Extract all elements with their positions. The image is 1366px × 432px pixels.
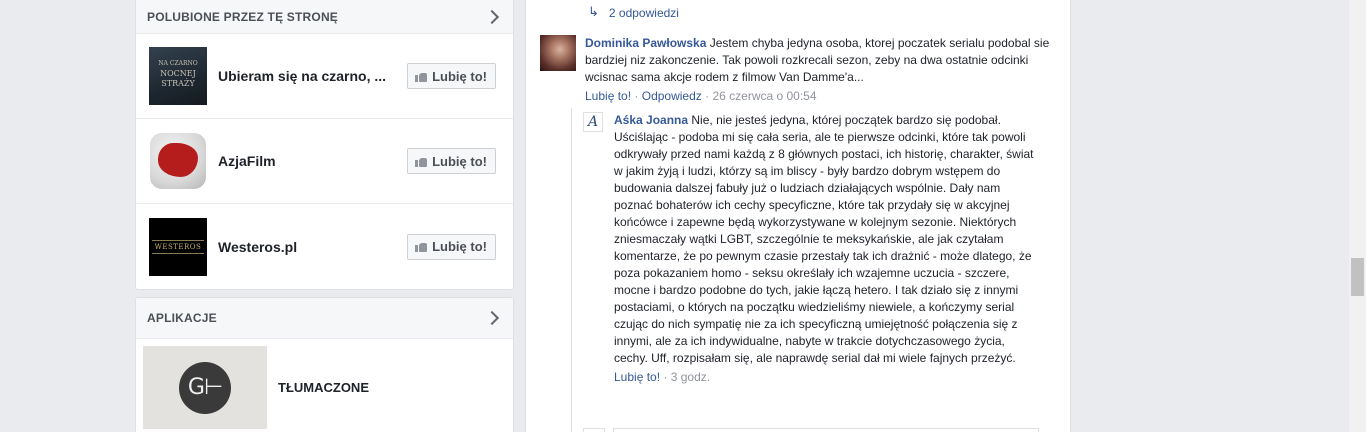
page-thumbnail[interactable]: WESTEROS — [149, 217, 207, 276]
app-name-link[interactable]: TŁUMACZONE — [278, 380, 369, 395]
thumbs-up-icon — [415, 71, 428, 82]
apps-title: APLIKACJE — [147, 311, 217, 325]
reply-arrow-icon: ↳ — [588, 5, 599, 20]
page-name-link[interactable]: AzjaFilm — [218, 153, 407, 169]
comment-body: Aśka Joanna Nie, nie jesteś jedyna, któr… — [614, 112, 1034, 385]
like-button-label: Lubię to! — [432, 239, 487, 254]
apps-card: APLIKACJE G⊢ TŁUMACZONE — [135, 297, 514, 432]
comment-reply-link[interactable]: Odpowiedz — [642, 89, 702, 103]
comment-actions: Lubię to! · 3 godz. — [614, 369, 1034, 385]
page-name-link[interactable]: Westeros.pl — [218, 239, 407, 255]
scrollbar-thumb[interactable] — [1351, 258, 1364, 296]
comment-timestamp[interactable]: 3 godz. — [671, 370, 710, 384]
avatar[interactable] — [540, 35, 576, 71]
scrollbar-track[interactable] — [1349, 0, 1366, 432]
comment-actions: Lubię to! · Odpowiedz · 26 czerwca o 00:… — [585, 88, 1055, 104]
comment-author-link[interactable]: Aśka Joanna — [614, 113, 688, 127]
comment-timestamp[interactable]: 26 czerwca o 00:54 — [712, 89, 816, 103]
thumbs-up-icon — [415, 156, 428, 167]
comment-author-link[interactable]: Dominika Pawłowska — [585, 36, 706, 50]
page-name-link[interactable]: Ubieram się na czarno, ... — [218, 68, 407, 84]
liked-pages-card: POLUBIONE PRZEZ TĘ STRONĘ NA CZARNO NOCN… — [135, 0, 514, 290]
chevron-right-icon[interactable] — [484, 310, 500, 326]
comment-like-link[interactable]: Lubię to! — [614, 370, 660, 384]
thumbnail-text: WESTEROS — [151, 239, 205, 254]
globe-asia-icon — [150, 133, 206, 189]
page-thumbnail[interactable]: NA CZARNO NOCNEJ STRAŻY — [149, 47, 207, 105]
thumbnail-text: NOCNEJ — [160, 69, 196, 78]
comment-text: Nie, nie jesteś jedyna, której początek … — [614, 113, 1034, 365]
like-button-label: Lubię to! — [432, 68, 487, 84]
avatar[interactable]: A — [583, 112, 603, 132]
app-thumbnail[interactable]: G⊢ — [143, 346, 267, 429]
liked-pages-title: POLUBIONE PRZEZ TĘ STRONĘ — [147, 10, 339, 24]
like-button[interactable]: Lubię to! — [407, 148, 496, 174]
like-button-label: Lubię to! — [432, 153, 487, 169]
app-logo-icon: G⊢ — [179, 361, 231, 414]
separator: · — [663, 370, 671, 384]
page-thumbnail[interactable] — [149, 132, 207, 190]
replies-count-label: 2 odpowiedzi — [608, 5, 679, 20]
liked-pages-header[interactable]: POLUBIONE PRZEZ TĘ STRONĘ — [136, 0, 513, 34]
like-button[interactable]: Lubię to! — [407, 63, 496, 89]
apps-header[interactable]: APLIKACJE — [136, 298, 513, 339]
chevron-right-icon[interactable] — [484, 9, 500, 25]
list-item: NA CZARNO NOCNEJ STRAŻY Ubieram się na c… — [136, 34, 513, 119]
like-button[interactable]: Lubię to! — [407, 233, 496, 260]
comment-like-link[interactable]: Lubię to! — [585, 89, 631, 103]
thumbs-up-icon — [415, 241, 428, 252]
list-item: AzjaFilm Lubię to! — [136, 119, 513, 204]
separator: · — [634, 89, 642, 103]
reply-avatar-placeholder — [583, 428, 605, 432]
thumbnail-text: STRAŻY — [161, 79, 195, 88]
thumbnail-text: NA CZARNO — [158, 60, 198, 67]
list-item[interactable]: G⊢ TŁUMACZONE — [136, 339, 513, 432]
view-replies-link[interactable]: ↳ 2 odpowiedzi — [588, 5, 679, 20]
reply-input[interactable] — [613, 428, 1039, 432]
list-item: WESTEROS Westeros.pl Lubię to! — [136, 204, 513, 289]
comment-body: Dominika Pawłowska Jestem chyba jedyna o… — [585, 35, 1055, 104]
